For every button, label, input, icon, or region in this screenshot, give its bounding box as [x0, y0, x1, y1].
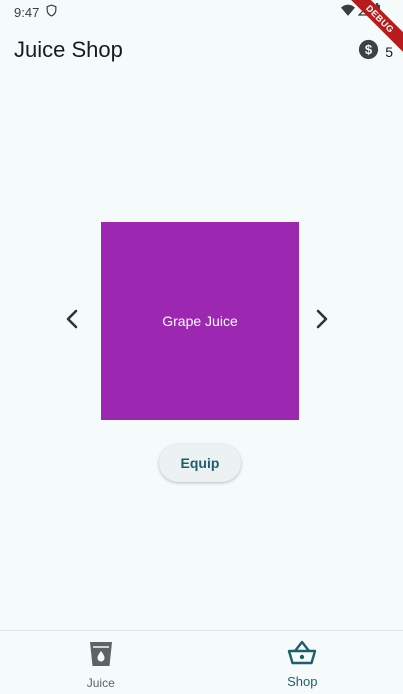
dollar-coin-icon: $: [358, 39, 379, 65]
coin-balance: $ 5: [358, 39, 393, 65]
nav-item-juice[interactable]: Juice: [0, 631, 202, 694]
bottom-navigation: Juice Shop: [0, 630, 403, 694]
coin-count: 5: [385, 44, 393, 60]
nav-item-shop[interactable]: Shop: [202, 631, 403, 694]
juice-card[interactable]: Grape Juice: [101, 222, 299, 420]
status-time: 9:47: [14, 4, 40, 20]
app-bar: Juice Shop $ 5: [0, 24, 403, 76]
svg-text:$: $: [365, 42, 373, 57]
chevron-right-icon: [315, 309, 329, 334]
juice-shop-screen: 9:47 DEBUG Juice Shop $ 5 Grape Juice Eq…: [0, 0, 403, 694]
juice-carousel: Grape Juice: [0, 222, 403, 420]
chevron-left-icon: [65, 309, 79, 334]
equip-button[interactable]: Equip: [159, 444, 241, 482]
nav-label-juice: Juice: [86, 676, 115, 690]
next-item-button[interactable]: [309, 308, 335, 334]
previous-item-button[interactable]: [59, 308, 85, 334]
cup-icon: [88, 640, 114, 673]
basket-icon: [287, 640, 317, 671]
nav-label-shop: Shop: [287, 674, 318, 689]
juice-name: Grape Juice: [162, 313, 238, 329]
shield-icon: [45, 4, 58, 20]
page-title: Juice Shop: [14, 37, 123, 62]
